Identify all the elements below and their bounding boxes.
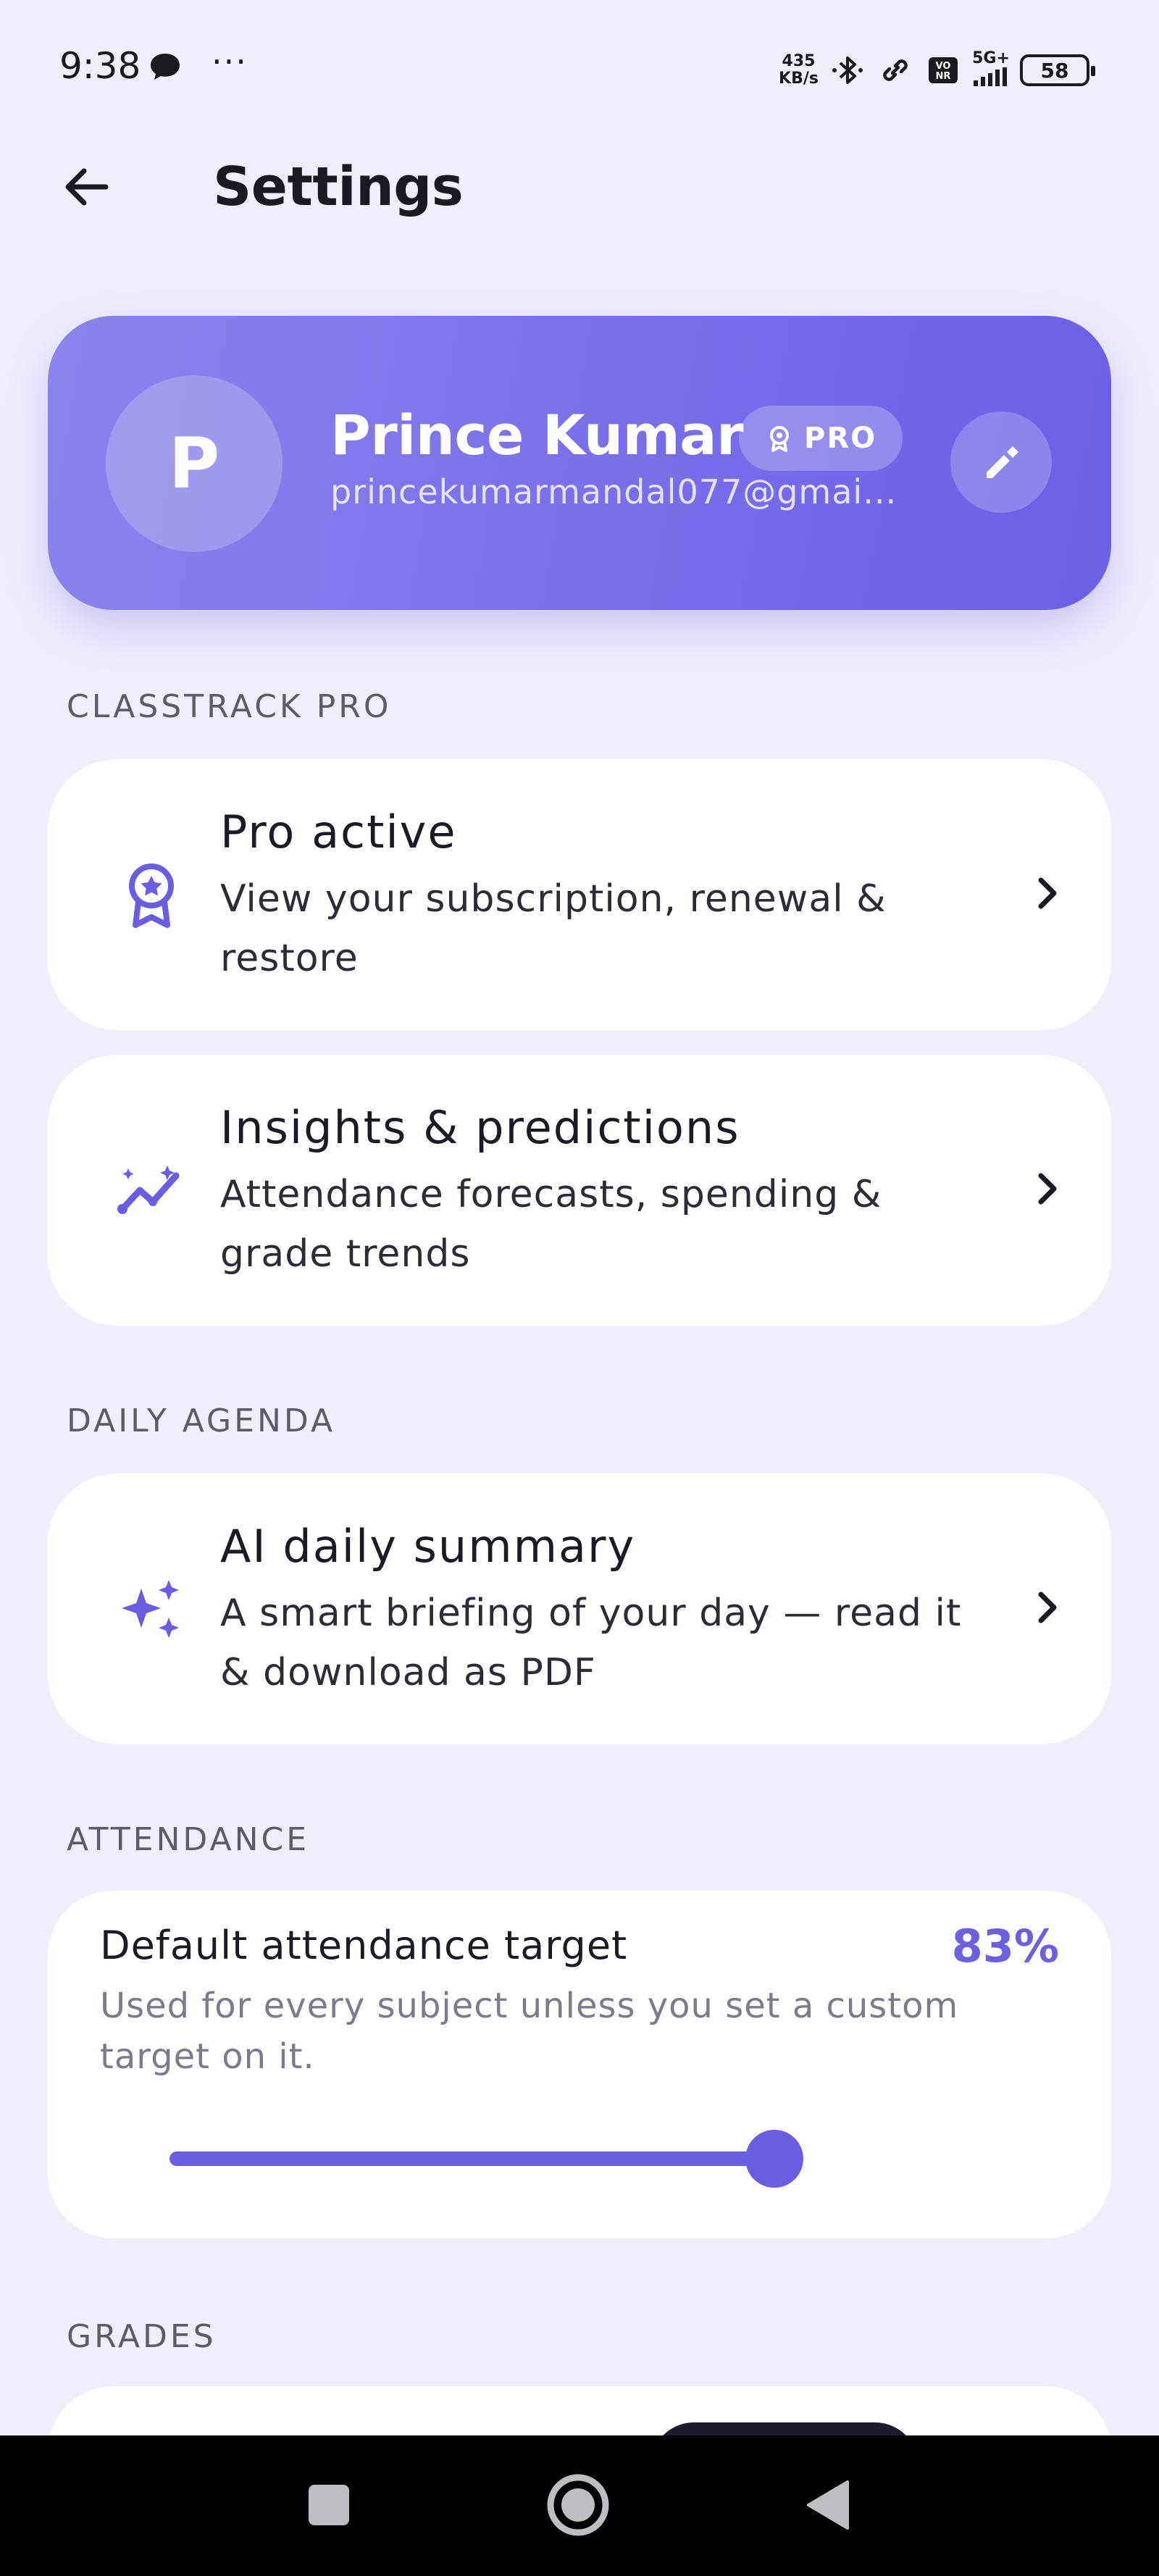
- profile-email: princekumarmandal077@gmai...: [330, 472, 898, 511]
- attendance-target-card: Default attendance target 83% Used for e…: [48, 1891, 1111, 2238]
- attendance-target-description: Used for every subject unless you set a …: [100, 1986, 959, 2077]
- ai-summary-title: AI daily summary: [220, 1520, 636, 1573]
- pencil-icon: [987, 446, 1018, 478]
- status-bar: 9:38 ··· 435 KB/s VO NR 5G+ 58: [0, 0, 1159, 138]
- section-header-attendance: ATTENDANCE: [67, 1821, 310, 1858]
- system-navigation-bar: [0, 2435, 1159, 2576]
- bluetooth-icon: [832, 57, 863, 84]
- status-time: 9:38: [59, 45, 141, 87]
- triangle-back-icon: [807, 2480, 849, 2530]
- pro-badge-label: PRO: [804, 422, 877, 455]
- slider-fill: [170, 2151, 775, 2166]
- attendance-target-title: Default attendance target: [100, 1923, 628, 1968]
- pro-active-title: Pro active: [220, 806, 457, 858]
- avatar: P: [106, 375, 283, 552]
- award-badge-icon: [104, 848, 198, 942]
- chat-bubble-icon: [151, 54, 180, 80]
- profile-card[interactable]: P Prince Kumar PRO princekumarmandal077@…: [48, 316, 1111, 610]
- status-right-icons: 435 KB/s VO NR 5G+ 58: [779, 45, 1095, 96]
- slider-thumb[interactable]: [745, 2130, 804, 2188]
- link-icon: [883, 59, 908, 81]
- recents-button[interactable]: [285, 2462, 372, 2548]
- back-nav-button[interactable]: [785, 2462, 872, 2548]
- ai-summary-description: A smart briefing of your day — read it &…: [220, 1592, 962, 1694]
- insights-item[interactable]: Insights & predictions Attendance foreca…: [48, 1055, 1111, 1326]
- insights-title: Insights & predictions: [220, 1101, 740, 1154]
- insights-description: Attendance forecasts, spending & grade t…: [220, 1173, 882, 1276]
- ai-daily-summary-item[interactable]: AI daily summary A smart briefing of you…: [48, 1473, 1111, 1744]
- section-header-grades: GRADES: [67, 2318, 217, 2355]
- section-header-classtrack-pro: CLASSTRACK PRO: [67, 688, 392, 725]
- volte-icon: VO NR: [929, 57, 958, 83]
- pro-badge: PRO: [739, 406, 903, 471]
- page-title: Settings: [213, 156, 464, 218]
- trend-sparkle-icon: [104, 1143, 198, 1237]
- attendance-target-slider[interactable]: [170, 2130, 804, 2188]
- network-speed: 435 KB/s: [779, 52, 819, 88]
- home-button[interactable]: [535, 2462, 622, 2548]
- battery-indicator: 58: [1020, 54, 1095, 86]
- svg-text:NR: NR: [936, 71, 951, 82]
- chevron-right-icon: [1021, 1582, 1072, 1633]
- award-icon: [770, 426, 789, 452]
- edit-profile-button[interactable]: [950, 411, 1052, 513]
- home-circle-icon: [547, 2474, 609, 2536]
- profile-name: Prince Kumar: [330, 403, 744, 467]
- signal-icon: [974, 67, 1007, 86]
- network-type: 5G+: [972, 50, 1010, 91]
- svg-text:VO: VO: [936, 61, 951, 72]
- chevron-right-icon: [1021, 1163, 1072, 1214]
- status-more-dots: ···: [212, 42, 248, 81]
- chevron-right-icon: [1021, 868, 1072, 919]
- pro-active-description: View your subscription, renewal & restor…: [220, 877, 887, 980]
- arrow-left-icon: [65, 168, 109, 206]
- section-header-daily-agenda: DAILY AGENDA: [67, 1402, 336, 1439]
- attendance-target-value: 83%: [951, 1920, 1059, 1973]
- back-button[interactable]: [52, 152, 122, 222]
- sparkles-icon: [104, 1562, 198, 1656]
- square-icon: [309, 2485, 349, 2525]
- pro-active-item[interactable]: Pro active View your subscription, renew…: [48, 759, 1111, 1030]
